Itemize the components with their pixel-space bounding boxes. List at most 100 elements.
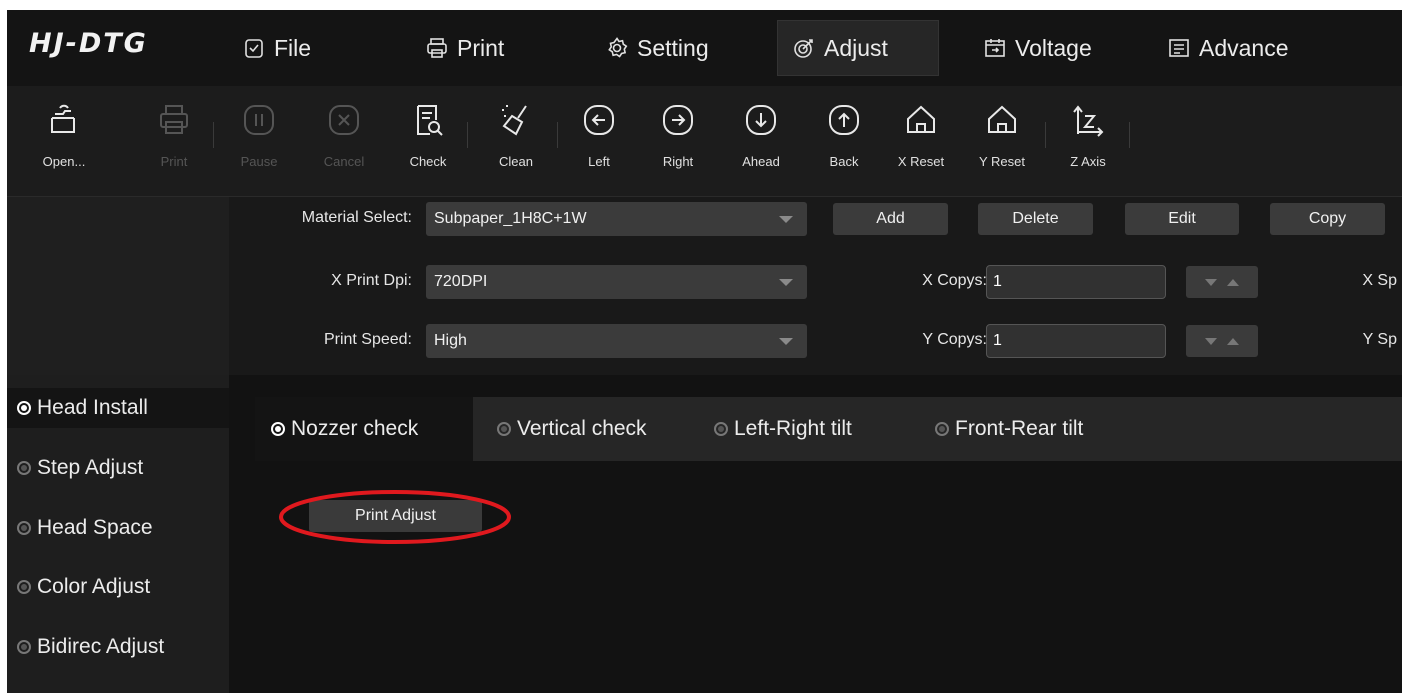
x-reset-label: X Reset <box>897 154 945 169</box>
x-print-dpi-label: X Print Dpi: <box>331 272 412 289</box>
tab-vertical-check[interactable]: Vertical check <box>497 397 647 461</box>
z-axis-icon <box>1073 105 1104 137</box>
target-icon <box>794 39 813 58</box>
sidebar-item-head-space[interactable]: Head Space <box>17 508 153 548</box>
back-button[interactable]: Back <box>807 96 881 186</box>
gear-icon <box>608 37 628 58</box>
radio-unselected-icon <box>17 521 31 535</box>
print-speed-label: Print Speed: <box>323 331 412 348</box>
tab-label: Left-Right tilt <box>734 417 852 440</box>
menu-voltage[interactable]: Voltage <box>983 20 1092 76</box>
tab-nozzer-check[interactable]: Nozzer check <box>255 397 473 461</box>
folder-open-icon <box>51 104 75 133</box>
clean-button[interactable]: Clean <box>479 96 553 186</box>
add-button[interactable]: Add <box>833 203 948 235</box>
print-label: Print <box>160 154 188 169</box>
home-icon <box>907 105 935 133</box>
printer-icon <box>160 105 188 134</box>
sidebar-item-label: Step Adjust <box>37 456 144 479</box>
arrow-down-circle-icon <box>746 105 776 135</box>
z-axis-button[interactable]: Z Axis <box>1051 96 1125 186</box>
radio-selected-icon <box>17 401 31 415</box>
x-copys-label: X Copys: <box>922 272 987 289</box>
menu-advance-label: Advance <box>1199 34 1289 61</box>
sidebar-item-color-adjust[interactable]: Color Adjust <box>17 567 150 607</box>
list-icon <box>1169 39 1189 57</box>
material-select[interactable]: Subpaper_1H8C+1W <box>426 202 807 236</box>
ahead-button[interactable]: Ahead <box>724 96 798 186</box>
tab-label: Front-Rear tilt <box>955 417 1084 440</box>
menu-voltage-label: Voltage <box>1015 34 1092 61</box>
ahead-label: Ahead <box>742 154 780 169</box>
head-install-tabs: Nozzer check Vertical check Left-Right t… <box>255 397 1402 461</box>
radio-selected-icon <box>271 422 285 436</box>
app-window: HJ-DTG File Print Setting Adjust Voltage… <box>7 10 1402 693</box>
brand-logo: HJ-DTG <box>29 28 148 59</box>
radio-unselected-icon <box>714 422 728 436</box>
sidebar-item-label: Head Install <box>37 396 148 419</box>
pause-button[interactable]: Pause <box>222 96 296 186</box>
arrow-left-circle-icon <box>584 105 614 135</box>
settings-left-blank <box>7 197 229 375</box>
calendar-icon <box>985 39 1005 57</box>
right-button[interactable]: Right <box>641 96 715 186</box>
print-settings-panel: Material Select: Subpaper_1H8C+1W Add De… <box>7 197 1402 375</box>
chevron-down-icon <box>779 216 793 223</box>
menu-print-label: Print <box>457 34 505 61</box>
pause-icon <box>244 105 274 135</box>
tab-left-right-tilt[interactable]: Left-Right tilt <box>714 397 852 461</box>
x-copys-input[interactable]: 1 <box>986 265 1166 299</box>
delete-button[interactable]: Delete <box>978 203 1093 235</box>
sidebar-item-label: Color Adjust <box>37 575 151 598</box>
y-copys-input[interactable]: 1 <box>986 324 1166 358</box>
tab-label: Nozzer check <box>291 417 419 440</box>
x-reset-button[interactable]: X Reset <box>884 96 958 186</box>
toolbar-divider <box>1129 122 1130 148</box>
menu-adjust[interactable]: Adjust <box>777 20 939 76</box>
tab-label: Vertical check <box>517 417 647 440</box>
sidebar-item-head-install[interactable]: Head Install <box>7 388 229 428</box>
cancel-button[interactable]: Cancel <box>307 96 381 186</box>
menu-print[interactable]: Print <box>425 20 504 76</box>
cancel-label: Cancel <box>323 154 365 169</box>
edit-button[interactable]: Edit <box>1125 203 1239 235</box>
clean-label: Clean <box>499 154 533 169</box>
sidebar-item-label: Bidirec Adjust <box>37 635 165 658</box>
copy-button[interactable]: Copy <box>1270 203 1385 235</box>
document-search-icon <box>417 105 443 136</box>
print-button[interactable]: Print <box>137 96 211 186</box>
print-speed-select[interactable]: High <box>426 324 807 358</box>
menu-advance[interactable]: Advance <box>1167 20 1289 76</box>
toolbar-divider <box>467 122 468 148</box>
y-reset-label: Y Reset <box>978 154 1025 169</box>
menu-setting[interactable]: Setting <box>605 20 709 76</box>
sidebar-item-step-adjust[interactable]: Step Adjust <box>17 448 143 488</box>
left-button[interactable]: Left <box>562 96 636 186</box>
right-label: Right <box>662 154 694 169</box>
menu-adjust-label: Adjust <box>824 34 888 61</box>
radio-unselected-icon <box>497 422 511 436</box>
highlight-circle <box>279 490 511 544</box>
back-label: Back <box>829 154 859 169</box>
clipboard-check-icon <box>245 39 263 58</box>
broom-icon <box>502 105 527 136</box>
left-label: Left <box>588 154 610 169</box>
y-copys-label: Y Copys: <box>922 331 987 348</box>
toolbar-divider <box>557 122 558 148</box>
radio-unselected-icon <box>17 640 31 654</box>
y-reset-button[interactable]: Y Reset <box>965 96 1039 186</box>
x-print-dpi-select[interactable]: 720DPI <box>426 265 807 299</box>
open-button[interactable]: Open... <box>27 96 101 186</box>
arrow-up-circle-icon <box>829 105 859 135</box>
tab-front-rear-tilt[interactable]: Front-Rear tilt <box>935 397 1083 461</box>
x-print-dpi-value: 720DPI <box>434 273 488 290</box>
cancel-icon <box>329 105 359 135</box>
check-button[interactable]: Check <box>391 96 465 186</box>
menu-file[interactable]: File <box>242 20 311 76</box>
adjust-main-content: Nozzer check Vertical check Left-Right t… <box>229 375 1402 693</box>
printer-icon <box>427 38 447 58</box>
sidebar-item-bidirec-adjust[interactable]: Bidirec Adjust <box>17 627 164 667</box>
y-sp-label: Y Sp <box>1362 331 1397 348</box>
check-label: Check <box>409 154 447 169</box>
radio-unselected-icon <box>17 580 31 594</box>
